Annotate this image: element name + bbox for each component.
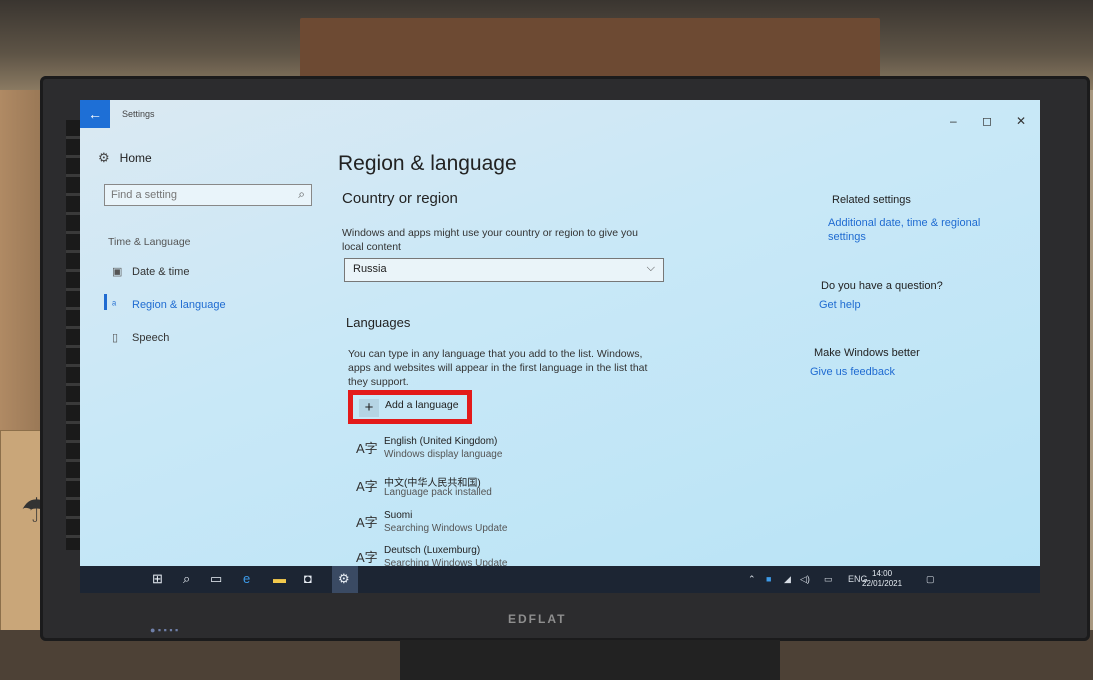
notification-icon[interactable]: ▢ [926,574,935,585]
language-status: Searching Windows Update [384,523,508,534]
chevron-down-icon: ⌵ [646,262,655,274]
country-description: Windows and apps might use your country … [342,227,638,253]
related-settings-heading: Related settings [832,194,911,206]
store-icon[interactable]: ◘ [304,571,312,586]
language-icon: A字 [356,479,378,494]
sidebar-item-date-time[interactable]: ▣ Date & time [112,265,189,278]
language-status: Language pack installed [384,487,492,498]
minimize-button[interactable]: – [950,114,957,128]
sidebar-section-label: Time & Language [108,236,191,248]
language-icon: A字 [356,441,378,456]
back-button[interactable]: ← [80,100,110,128]
globe-language-icon: ᵃ [112,299,117,311]
home-link[interactable]: ⚙ Home [98,150,152,166]
app-title: Settings [122,109,155,119]
search-icon: ⌕ [298,187,305,201]
wooden-shelf [300,18,880,78]
language-icon: A字 [356,550,378,565]
languages-heading: Languages [346,315,411,330]
file-explorer-icon[interactable]: ▬ [273,571,286,586]
monitor-leds: ● ▪ ▪ ▪ ▪ [150,625,179,635]
country-value: Russia [353,263,387,275]
network-icon[interactable]: ◢ [784,574,791,585]
sidebar-item-speech[interactable]: ▯ Speech [112,331,169,344]
back-arrow-icon: ← [88,106,102,122]
volume-icon[interactable]: ◁) [800,574,810,585]
language-name: Deutsch (Luxemburg) [384,545,481,556]
search-input[interactable]: Find a setting ⌕ [104,184,312,206]
chevron-up-icon[interactable]: ⌃ [748,574,756,585]
calendar-clock-icon: ▣ [112,266,123,278]
sidebar-item-label: Date & time [132,266,190,278]
country-dropdown[interactable]: Russia ⌵ [344,258,664,282]
monitor-brand: EDFLAT [508,612,567,626]
search-icon[interactable]: ⌕ [183,571,190,587]
settings-gear-icon[interactable]: ⚙ [338,571,350,587]
title-bar: ← Settings – ◻ ✕ [80,100,1040,128]
touch-bezel-left [66,120,80,550]
language-icon: A字 [356,515,378,530]
taskbar: ⊞ ⌕ ▭ e ▬ ◘ ⚙ ⌃ ■ ◢ ◁) ▭ ENG 14:00 22/01… [80,566,1040,593]
maximize-button[interactable]: ◻ [982,114,992,128]
edge-icon[interactable]: e [243,571,250,586]
language-name: Suomi [384,510,413,521]
language-name: English (United Kingdom) [384,436,498,447]
keyboard-icon[interactable]: ▭ [824,574,833,585]
close-button[interactable]: ✕ [1016,114,1026,128]
active-indicator [104,294,107,310]
search-placeholder: Find a setting [111,189,178,201]
language-status: Windows display language [384,449,503,460]
sidebar-item-label: Region & language [132,299,226,311]
sidebar-item-label: Speech [132,332,170,344]
home-label: Home [119,151,152,165]
languages-description: You can type in any language that you ad… [348,348,648,388]
sidebar-item-region-language[interactable]: ᵃ Region & language [112,299,226,311]
gear-icon: ⚙ [98,150,110,165]
microphone-icon: ▯ [112,332,119,344]
additional-settings-link[interactable]: Additional date, time & regional setting… [828,216,998,244]
start-icon[interactable]: ⊞ [152,571,163,587]
feedback-heading: Make Windows better [814,347,920,359]
clock-time: 14:00 [872,569,893,578]
task-view-icon[interactable]: ▭ [210,571,222,587]
taskbar-clock[interactable]: 14:00 22/01/2021 [862,569,902,589]
monitor-stand [400,640,780,680]
page-title: Region & language [338,152,517,175]
plus-icon: + [359,399,379,417]
question-heading: Do you have a question? [821,280,943,292]
add-language-label: Add a language [385,399,459,411]
add-language-button[interactable]: + Add a language [348,390,472,424]
get-help-link[interactable]: Get help [819,298,861,312]
settings-window: ← Settings – ◻ ✕ ⚙ Home Find a setting ⌕ … [80,100,1040,593]
app-tray-icon[interactable]: ■ [766,574,771,584]
give-feedback-link[interactable]: Give us feedback [810,365,895,379]
clock-date: 22/01/2021 [862,579,903,588]
country-heading: Country or region [342,190,458,207]
